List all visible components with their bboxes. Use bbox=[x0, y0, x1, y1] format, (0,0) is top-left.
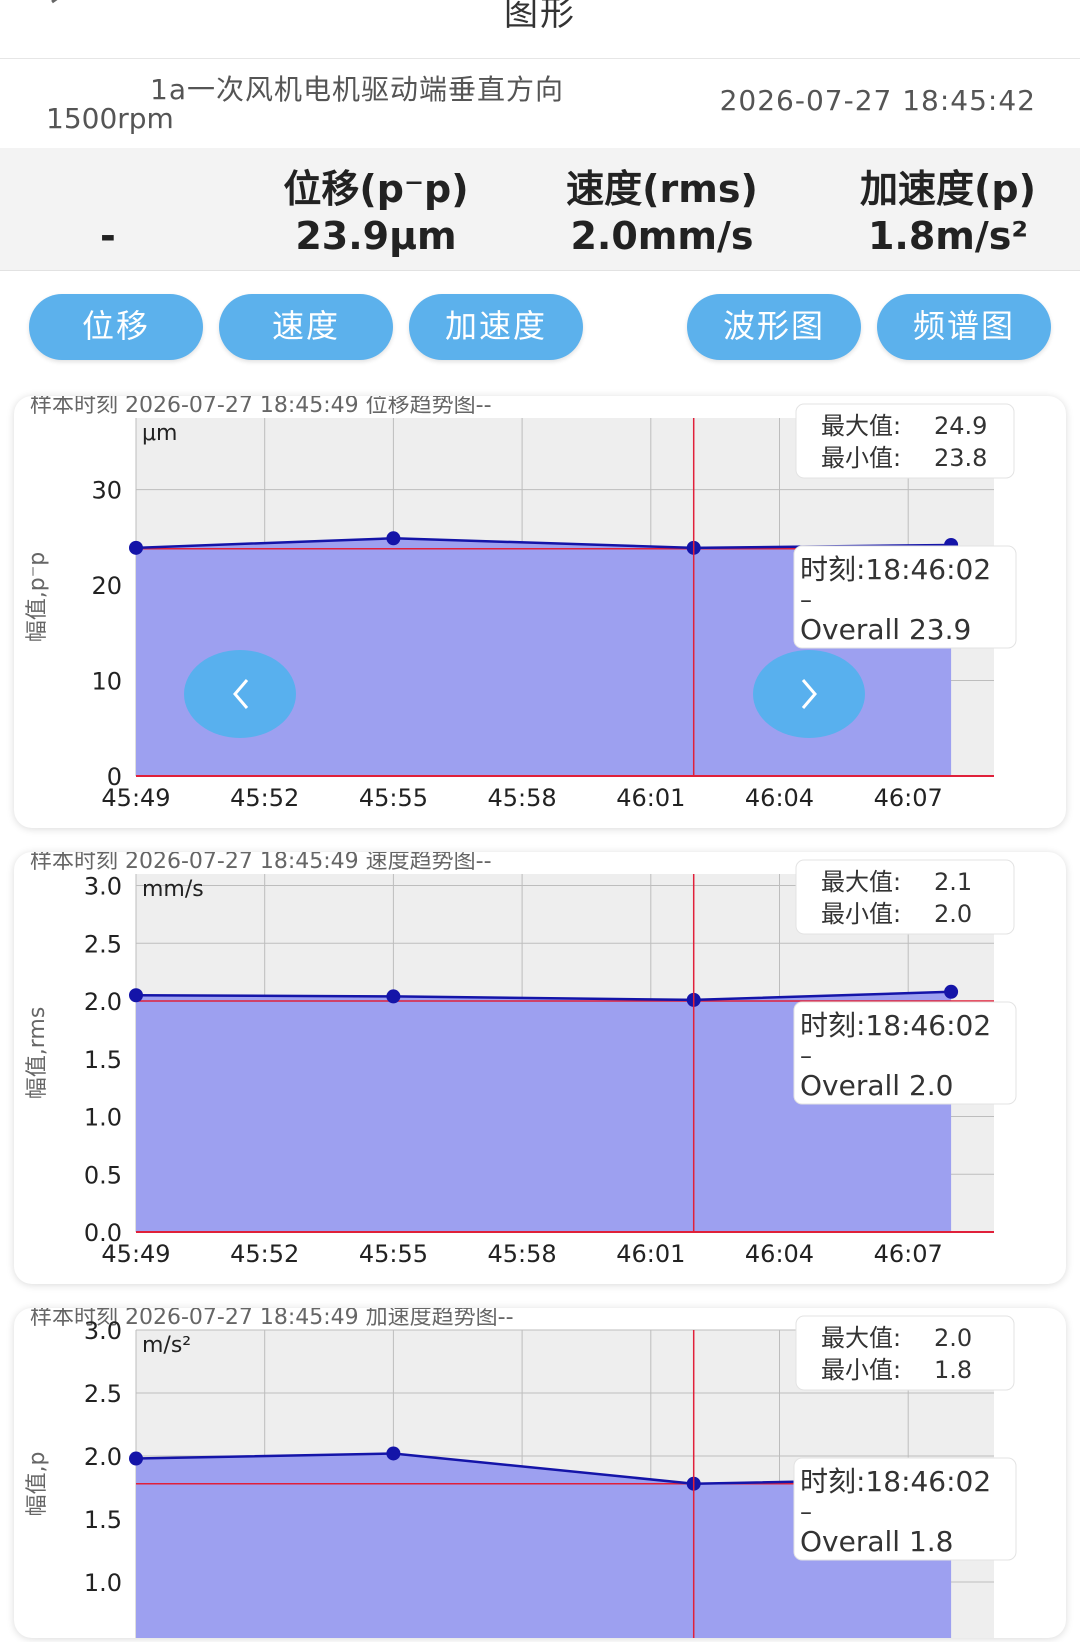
tooltip-dash: – bbox=[800, 586, 812, 614]
summary-header: 速度(rms) bbox=[566, 167, 758, 211]
data-point bbox=[386, 989, 401, 1004]
max-value: 24.9 bbox=[934, 412, 987, 440]
displacement-trend-card: 样本时刻 2026-07-27 18:45:49 位移趋势图-- 0 10 20 30 4… bbox=[14, 393, 1066, 828]
unit-label: m/s² bbox=[142, 1333, 191, 1358]
data-point bbox=[944, 984, 959, 999]
x-tick-label: 46:01 bbox=[616, 784, 685, 812]
max-label: 最大值: bbox=[821, 1324, 901, 1352]
summary-table: - 位移(p⁻p) 23.9μm 速度(rms) 2.0mm/s 加速度(p) … bbox=[0, 148, 1080, 271]
y-tick-label: 1.0 bbox=[84, 1569, 122, 1597]
y-axis-label: 幅值,p bbox=[25, 1452, 50, 1517]
x-tick-label: 45:58 bbox=[488, 784, 557, 812]
measurement-info: 1a一次风机电机驱动端垂直方向 1500rpm 2026-07-27 18:45… bbox=[0, 60, 1080, 146]
tooltip-time: 时刻:18:46:02 bbox=[800, 1009, 991, 1042]
max-label: 最大值: bbox=[821, 412, 901, 440]
data-point bbox=[129, 1451, 143, 1466]
velocity-trend-chart: 样本时刻 2026-07-27 18:45:49 速度趋势图--0.00.51.… bbox=[25, 849, 1017, 1268]
measurement-timestamp: 2026-07-27 18:45:42 bbox=[719, 84, 1036, 117]
y-tick-label: 10 bbox=[91, 668, 122, 696]
min-label: 最小值: bbox=[821, 444, 901, 472]
page-title: 图形 bbox=[504, 0, 576, 34]
data-point bbox=[386, 1446, 401, 1461]
unit-label: μm bbox=[142, 421, 177, 446]
min-label: 最小值: bbox=[821, 1356, 901, 1384]
min-label: 最小值: bbox=[821, 900, 901, 928]
velocity-button[interactable]: 速度 bbox=[219, 294, 393, 360]
machine-speed: 1500rpm bbox=[46, 102, 174, 135]
min-value: 1.8 bbox=[934, 1356, 972, 1384]
y-tick-label: 2.5 bbox=[84, 930, 122, 958]
x-tick-label: 46:07 bbox=[874, 1240, 943, 1268]
tooltip-dash: – bbox=[800, 1042, 812, 1070]
y-tick-label: 2.5 bbox=[84, 1380, 122, 1408]
velocity-trend-card: 样本时刻 2026-07-27 18:45:49 速度趋势图-- 0.0 0.5 1.… bbox=[14, 849, 1066, 1284]
min-value: 2.0 bbox=[934, 900, 972, 928]
x-tick-label: 46:04 bbox=[745, 1240, 814, 1268]
x-tick-label: 46:04 bbox=[745, 784, 814, 812]
acceleration-trend-card: 样本时刻 2026-07-27 18:45:49 加速度趋势图-- 1.0 1.5 2… bbox=[14, 1305, 1066, 1638]
y-tick-label: 30 bbox=[91, 477, 122, 505]
spectrum-button[interactable]: 频谱图 bbox=[877, 294, 1051, 360]
x-tick-label: 45:58 bbox=[488, 1240, 557, 1268]
data-point bbox=[386, 531, 401, 546]
y-tick-label: 1.0 bbox=[84, 1104, 122, 1132]
data-point bbox=[129, 540, 143, 555]
max-value: 2.0 bbox=[934, 1324, 972, 1352]
summary-header: 加速度(p) bbox=[860, 167, 1036, 211]
y-tick-label: 2.0 bbox=[84, 988, 122, 1016]
summary-value: 1.8m/s² bbox=[867, 214, 1029, 258]
y-tick-label: 0.5 bbox=[84, 1161, 122, 1189]
summary-row-label: - bbox=[100, 214, 116, 258]
y-tick-label: 3.0 bbox=[84, 873, 122, 901]
x-tick-label: 46:07 bbox=[874, 784, 943, 812]
tooltip-time: 时刻:18:46:02 bbox=[800, 553, 991, 586]
measurement-location: 1a一次风机电机驱动端垂直方向 bbox=[150, 73, 564, 106]
acceleration-trend-chart: 样本时刻 2026-07-27 18:45:49 加速度趋势图--1.01.52… bbox=[25, 1305, 1017, 1638]
tooltip-time: 时刻:18:46:02 bbox=[800, 1465, 991, 1498]
x-tick-label: 46:01 bbox=[616, 1240, 685, 1268]
x-tick-label: 45:52 bbox=[230, 1240, 299, 1268]
tooltip-overall: Overall 2.0 bbox=[800, 1069, 954, 1102]
tooltip-dash: – bbox=[800, 1498, 812, 1526]
data-point bbox=[129, 988, 143, 1003]
tooltip-overall: Overall 1.8 bbox=[800, 1525, 954, 1558]
y-tick-label: 1.5 bbox=[84, 1506, 122, 1534]
waveform-button[interactable]: 波形图 bbox=[687, 294, 861, 360]
y-tick-label: 20 bbox=[91, 572, 122, 600]
x-tick-label: 45:49 bbox=[101, 1240, 170, 1268]
next-button[interactable] bbox=[753, 650, 865, 738]
y-tick-label: 2.0 bbox=[84, 1443, 122, 1471]
max-value: 2.1 bbox=[934, 868, 972, 896]
tooltip-overall: Overall 23.9 bbox=[800, 613, 971, 646]
summary-value: 23.9μm bbox=[295, 214, 457, 258]
prev-button[interactable] bbox=[184, 650, 296, 738]
max-label: 最大值: bbox=[821, 868, 901, 896]
chart-header: 样本时刻 2026-07-27 18:45:49 位移趋势图-- bbox=[30, 396, 492, 418]
nav-bar: 图形 bbox=[0, 0, 1080, 59]
y-axis-label: 幅值,p⁻p bbox=[25, 552, 50, 643]
min-value: 23.8 bbox=[934, 444, 987, 472]
y-tick-label: 1.5 bbox=[84, 1046, 122, 1074]
y-axis-label: 幅值,rms bbox=[25, 1007, 50, 1100]
y-tick-label: 3.0 bbox=[84, 1317, 122, 1345]
acceleration-button[interactable]: 加速度 bbox=[409, 294, 583, 360]
displacement-button[interactable]: 位移 bbox=[29, 294, 203, 360]
chart-header: 样本时刻 2026-07-27 18:45:49 速度趋势图-- bbox=[30, 852, 492, 874]
x-tick-label: 45:52 bbox=[230, 784, 299, 812]
displacement-trend-chart: 样本时刻 2026-07-27 18:45:49 位移趋势图--01020304… bbox=[25, 393, 1017, 812]
x-tick-label: 45:55 bbox=[359, 1240, 428, 1268]
unit-label: mm/s bbox=[142, 877, 204, 902]
summary-value: 2.0mm/s bbox=[570, 214, 754, 258]
x-tick-label: 45:49 bbox=[101, 784, 170, 812]
x-tick-label: 45:55 bbox=[359, 784, 428, 812]
summary-header: 位移(p⁻p) bbox=[283, 167, 469, 211]
